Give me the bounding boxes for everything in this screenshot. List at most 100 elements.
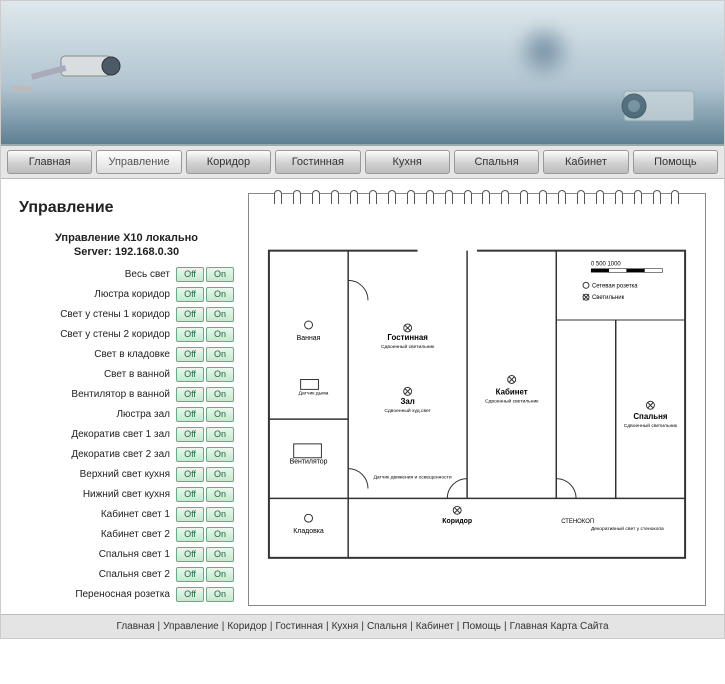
nav-tab-living[interactable]: Гостинная [275, 150, 360, 174]
control-label: Вентилятор в ванной [19, 389, 174, 400]
off-button[interactable]: Off [176, 267, 204, 282]
control-row: Переносная розеткаOffOn [19, 586, 234, 604]
on-button[interactable]: On [206, 547, 234, 562]
svg-text:СТЕНОКОП: СТЕНОКОП [561, 519, 594, 525]
on-button[interactable]: On [206, 387, 234, 402]
svg-text:Датчик движения и освещенности: Датчик движения и освещенности [374, 475, 452, 481]
spiral-ring [634, 190, 642, 204]
on-button[interactable]: On [206, 507, 234, 522]
control-panel: Управление Управление X10 локально Serve… [19, 193, 234, 606]
off-button[interactable]: Off [176, 327, 204, 342]
on-button[interactable]: On [206, 587, 234, 602]
off-button[interactable]: Off [176, 467, 204, 482]
footer-link[interactable]: Управление [163, 621, 219, 632]
off-button[interactable]: Off [176, 447, 204, 462]
off-button[interactable]: Off [176, 567, 204, 582]
panel-title-2: Server: 192.168.0.30 [74, 246, 179, 258]
off-button[interactable]: Off [176, 347, 204, 362]
off-button[interactable]: Off [176, 587, 204, 602]
svg-text:Сдвоенный светильник: Сдвоенный светильник [624, 422, 678, 429]
app-window: Главная Управление Коридор Гостинная Кух… [0, 0, 725, 639]
spiral-ring [482, 190, 490, 204]
on-button[interactable]: On [206, 407, 234, 422]
control-label: Переносная розетка [19, 589, 174, 600]
control-label: Свет у стены 2 коридор [19, 329, 174, 340]
on-button[interactable]: On [206, 307, 234, 322]
off-button[interactable]: Off [176, 527, 204, 542]
decorative-blur [514, 21, 574, 81]
on-button[interactable]: On [206, 347, 234, 362]
control-label: Кабинет свет 2 [19, 529, 174, 540]
spiral-ring [350, 190, 358, 204]
svg-text:Вентилятор: Вентилятор [290, 459, 328, 466]
panel-title-1: Управление X10 локально [55, 232, 198, 244]
on-button[interactable]: On [206, 447, 234, 462]
on-button[interactable]: On [206, 487, 234, 502]
on-button[interactable]: On [206, 367, 234, 382]
footer-link[interactable]: Спальня [367, 621, 407, 632]
footer-link[interactable]: Коридор [227, 621, 267, 632]
svg-text:Сдвоенный светильник: Сдвоенный светильник [485, 397, 539, 404]
on-button[interactable]: On [206, 267, 234, 282]
spiral-ring [407, 190, 415, 204]
off-button[interactable]: Off [176, 427, 204, 442]
on-button[interactable]: On [206, 467, 234, 482]
off-button[interactable]: Off [176, 507, 204, 522]
spiral-ring [464, 190, 472, 204]
separator: | [501, 621, 510, 632]
control-label: Весь свет [19, 269, 174, 280]
svg-text:Сетевая розетка: Сетевая розетка [592, 283, 638, 289]
footer-link[interactable]: Помощь [462, 621, 501, 632]
spiral-ring [293, 190, 301, 204]
footer-link[interactable]: Главная Карта Сайта [510, 621, 609, 632]
nav-tab-help[interactable]: Помощь [633, 150, 718, 174]
control-row: Декоратив свет 1 залOffOn [19, 426, 234, 444]
nav-tab-control[interactable]: Управление [96, 150, 181, 174]
footer-link[interactable]: Главная [116, 621, 154, 632]
control-row: Свет у стены 2 коридорOffOn [19, 326, 234, 344]
off-button[interactable]: Off [176, 547, 204, 562]
spiral-ring [312, 190, 320, 204]
on-button[interactable]: On [206, 287, 234, 302]
spiral-ring [596, 190, 604, 204]
svg-text:Сдвоенный светильник: Сдвоенный светильник [381, 343, 435, 350]
nav-tab-corridor[interactable]: Коридор [186, 150, 271, 174]
on-button[interactable]: On [206, 427, 234, 442]
on-button[interactable]: On [206, 567, 234, 582]
control-row: Кабинет свет 1OffOn [19, 506, 234, 524]
footer-link[interactable]: Кабинет [416, 621, 454, 632]
spiral-ring [577, 190, 585, 204]
off-button[interactable]: Off [176, 407, 204, 422]
spiral-ring [671, 190, 679, 204]
control-row: Нижний свет кухняOffOn [19, 486, 234, 504]
off-button[interactable]: Off [176, 387, 204, 402]
control-label: Свет в кладовке [19, 349, 174, 360]
nav-tab-bedroom[interactable]: Спальня [454, 150, 539, 174]
spiral-ring [520, 190, 528, 204]
control-row: Свет у стены 1 коридорOffOn [19, 306, 234, 324]
off-button[interactable]: Off [176, 287, 204, 302]
nav-tab-office[interactable]: Кабинет [543, 150, 628, 174]
off-button[interactable]: Off [176, 367, 204, 382]
on-button[interactable]: On [206, 327, 234, 342]
on-button[interactable]: On [206, 527, 234, 542]
page-title: Управление [19, 199, 234, 217]
control-label: Декоратив свет 1 зал [19, 429, 174, 440]
off-button[interactable]: Off [176, 487, 204, 502]
nav-tab-kitchen[interactable]: Кухня [365, 150, 450, 174]
spiral-ring [501, 190, 509, 204]
footer-link[interactable]: Кухня [332, 621, 359, 632]
spiral-ring [388, 190, 396, 204]
off-button[interactable]: Off [176, 307, 204, 322]
spiral-binding [249, 190, 705, 208]
nav-tab-home[interactable]: Главная [7, 150, 92, 174]
control-label: Свет в ванной [19, 369, 174, 380]
footer-link[interactable]: Гостинная [275, 621, 323, 632]
control-row: Весь светOffOn [19, 266, 234, 284]
svg-text:Кабинет: Кабинет [496, 387, 528, 396]
separator: | [358, 621, 367, 632]
svg-text:Датчик дыма: Датчик дыма [299, 390, 329, 396]
spiral-ring [274, 190, 282, 204]
control-label: Люстра зал [19, 409, 174, 420]
separator: | [323, 621, 332, 632]
